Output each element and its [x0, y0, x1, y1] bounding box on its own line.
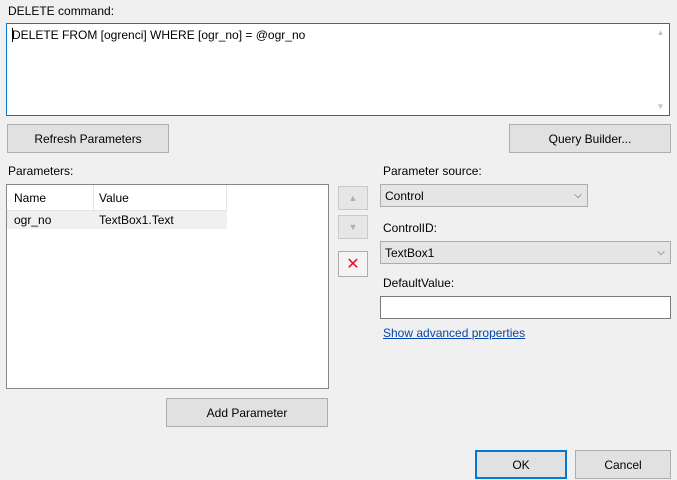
parameter-source-value: Control [385, 188, 424, 203]
list-header: Name Value [7, 185, 227, 211]
move-down-button[interactable]: ▼ [338, 215, 368, 239]
scroll-down-icon[interactable]: ▼ [653, 99, 668, 114]
chevron-down-icon: ⌵ [574, 190, 582, 201]
controlid-value: TextBox1 [385, 245, 435, 260]
column-separator[interactable] [226, 185, 227, 210]
parameter-source-select[interactable]: Control ⌵ [380, 184, 588, 207]
arrow-down-icon: ▼ [348, 222, 358, 232]
parameters-label: Parameters: [8, 164, 74, 178]
ok-button[interactable]: OK [475, 450, 567, 479]
delete-x-icon: ✕ [346, 256, 360, 273]
column-separator[interactable] [93, 185, 94, 210]
command-text: DELETE FROM [ogrenci] WHERE [ogr_no] = @… [12, 28, 306, 42]
scroll-up-icon[interactable]: ▲ [653, 25, 668, 40]
query-builder-button[interactable]: Query Builder... [509, 124, 671, 153]
command-scrollbar[interactable]: ▲ ▼ [653, 25, 668, 114]
delete-parameter-button[interactable]: ✕ [338, 251, 368, 277]
command-textarea[interactable]: DELETE FROM [ogrenci] WHERE [ogr_no] = @… [6, 23, 670, 116]
show-advanced-properties-link[interactable]: Show advanced properties [383, 326, 525, 340]
parameter-source-label: Parameter source: [383, 164, 482, 178]
cancel-button[interactable]: Cancel [575, 450, 671, 479]
move-up-button[interactable]: ▲ [338, 186, 368, 210]
controlid-select[interactable]: TextBox1 ⌵ [380, 241, 671, 264]
add-parameter-button[interactable]: Add Parameter [166, 398, 328, 427]
arrow-up-icon: ▲ [348, 193, 358, 203]
cell-name: ogr_no [14, 213, 52, 227]
default-value-label: DefaultValue: [383, 276, 455, 290]
column-header-name[interactable]: Name [14, 191, 46, 205]
refresh-parameters-button[interactable]: Refresh Parameters [7, 124, 169, 153]
parameters-list[interactable]: Name Value ogr_no TextBox1.Text [6, 184, 329, 389]
table-row[interactable]: ogr_no TextBox1.Text [7, 211, 227, 229]
column-header-value[interactable]: Value [99, 191, 129, 205]
cell-value: TextBox1.Text [99, 213, 174, 227]
default-value-input[interactable] [380, 296, 671, 319]
controlid-label: ControlID: [383, 221, 438, 235]
chevron-down-icon: ⌵ [657, 247, 665, 258]
text-caret [12, 28, 13, 42]
command-label: DELETE command: [8, 4, 115, 18]
